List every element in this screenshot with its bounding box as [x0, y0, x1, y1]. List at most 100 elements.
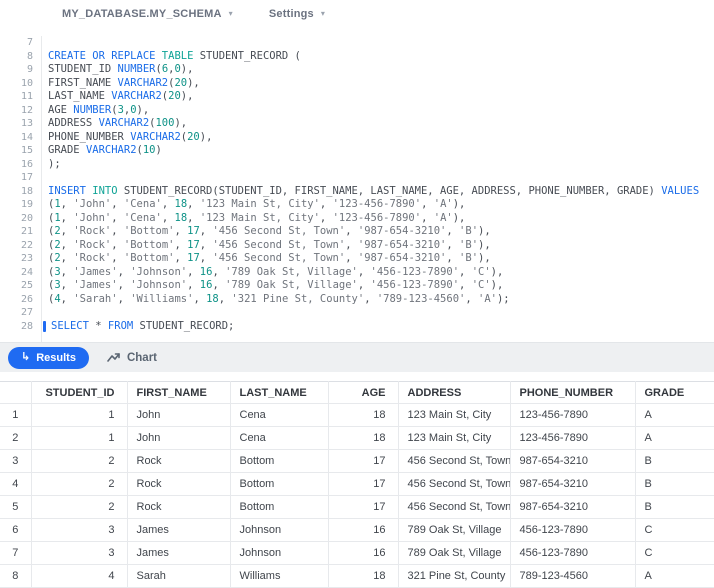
grid-cell[interactable]: Cena	[230, 403, 329, 427]
row-number-cell[interactable]: 6	[0, 518, 32, 542]
grid-cell[interactable]: A	[635, 564, 714, 588]
grid-cell[interactable]: 987-654-3210	[510, 495, 636, 519]
grid-cell[interactable]: 987-654-3210	[510, 449, 636, 473]
code-line[interactable]: (2, 'Rock', 'Bottom', 17, '456 Second St…	[42, 225, 714, 239]
column-header-address[interactable]: ADDRESS	[398, 381, 511, 404]
code-line[interactable]: SELECT * FROM STUDENT_RECORD;	[42, 320, 714, 334]
code-line[interactable]: (3, 'James', 'Johnson', 16, '789 Oak St,…	[42, 266, 714, 280]
grid-cell[interactable]: 18	[328, 426, 399, 450]
row-number-cell[interactable]: 7	[0, 541, 32, 565]
code-line[interactable]: (2, 'Rock', 'Bottom', 17, '456 Second St…	[42, 252, 714, 266]
code-line[interactable]: PHONE_NUMBER VARCHAR2(20),	[42, 131, 714, 145]
grid-cell[interactable]: 789 Oak St, Village	[398, 518, 511, 542]
grid-cell[interactable]: 3	[31, 541, 128, 565]
grid-cell[interactable]: 123 Main St, City	[398, 403, 511, 427]
code-line[interactable]: CREATE OR REPLACE TABLE STUDENT_RECORD (	[42, 50, 714, 64]
grid-cell[interactable]: Rock	[127, 449, 231, 473]
grid-cell[interactable]: 3	[31, 518, 128, 542]
column-header-phone_number[interactable]: PHONE_NUMBER	[510, 381, 636, 404]
code-line[interactable]: STUDENT_ID NUMBER(6,0),	[42, 63, 714, 77]
code-line[interactable]: INSERT INTO STUDENT_RECORD(STUDENT_ID, F…	[42, 185, 714, 199]
grid-cell[interactable]: 18	[328, 564, 399, 588]
grid-cell[interactable]: 2	[31, 495, 128, 519]
grid-cell[interactable]: 123 Main St, City	[398, 426, 511, 450]
code-line[interactable]: LAST_NAME VARCHAR2(20),	[42, 90, 714, 104]
grid-cell[interactable]: C	[635, 541, 714, 565]
column-header-first_name[interactable]: FIRST_NAME	[127, 381, 231, 404]
row-number-cell[interactable]: 4	[0, 472, 32, 496]
grid-cell[interactable]: 16	[328, 518, 399, 542]
grid-cell[interactable]: 2	[31, 449, 128, 473]
code-line[interactable]: AGE NUMBER(3,0),	[42, 104, 714, 118]
grid-cell[interactable]: 18	[328, 403, 399, 427]
sql-editor[interactable]: 7 8 9 10 11 12 13 14 15 16 17 18 19 20 21 22 23 24 25 26 27 2…	[0, 28, 714, 342]
grid-cell[interactable]: John	[127, 426, 231, 450]
column-header-age[interactable]: AGE	[328, 381, 399, 404]
grid-cell[interactable]: 1	[31, 426, 128, 450]
grid-cell[interactable]: 321 Pine St, County	[398, 564, 511, 588]
settings-dropdown[interactable]: Settings ▾	[269, 8, 325, 20]
grid-cell[interactable]: Bottom	[230, 472, 329, 496]
row-number-cell[interactable]: 1	[0, 403, 32, 427]
row-number-cell[interactable]: 5	[0, 495, 32, 519]
grid-cell[interactable]: 17	[328, 449, 399, 473]
row-number-header[interactable]	[0, 381, 32, 404]
grid-cell[interactable]: 123-456-7890	[510, 403, 636, 427]
row-number-cell[interactable]: 8	[0, 564, 32, 588]
grid-cell[interactable]: John	[127, 403, 231, 427]
grid-cell[interactable]: Johnson	[230, 518, 329, 542]
grid-cell[interactable]: 456 Second St, Town	[398, 449, 511, 473]
grid-cell[interactable]: Bottom	[230, 495, 329, 519]
grid-cell[interactable]: Rock	[127, 495, 231, 519]
database-schema-selector[interactable]: MY_DATABASE.MY_SCHEMA ▾	[62, 8, 233, 20]
code-token: '123 Main St, City'	[199, 198, 320, 210]
grid-cell[interactable]: A	[635, 426, 714, 450]
grid-cell[interactable]: 789-123-4560	[510, 564, 636, 588]
code-line[interactable]: FIRST_NAME VARCHAR2(20),	[42, 77, 714, 91]
grid-cell[interactable]: 2	[31, 472, 128, 496]
grid-cell[interactable]: 987-654-3210	[510, 472, 636, 496]
code-line[interactable]	[42, 171, 714, 185]
grid-cell[interactable]: C	[635, 518, 714, 542]
grid-cell[interactable]: Sarah	[127, 564, 231, 588]
grid-cell[interactable]: Bottom	[230, 449, 329, 473]
grid-cell[interactable]: 1	[31, 403, 128, 427]
grid-cell[interactable]: 456 Second St, Town	[398, 472, 511, 496]
code-line[interactable]: );	[42, 158, 714, 172]
grid-cell[interactable]: James	[127, 518, 231, 542]
code-line[interactable]	[42, 306, 714, 320]
grid-cell[interactable]: 456-123-7890	[510, 541, 636, 565]
code-line[interactable]	[42, 36, 714, 50]
code-line[interactable]: (1, 'John', 'Cena', 18, '123 Main St, Ci…	[42, 212, 714, 226]
code-line[interactable]: (2, 'Rock', 'Bottom', 17, '456 Second St…	[42, 239, 714, 253]
grid-cell[interactable]: 123-456-7890	[510, 426, 636, 450]
grid-cell[interactable]: B	[635, 495, 714, 519]
row-number-cell[interactable]: 2	[0, 426, 32, 450]
grid-cell[interactable]: 789 Oak St, Village	[398, 541, 511, 565]
code-line[interactable]: (3, 'James', 'Johnson', 16, '789 Oak St,…	[42, 279, 714, 293]
grid-cell[interactable]: Cena	[230, 426, 329, 450]
grid-cell[interactable]: James	[127, 541, 231, 565]
grid-cell[interactable]: 4	[31, 564, 128, 588]
grid-cell[interactable]: 16	[328, 541, 399, 565]
column-header-last_name[interactable]: LAST_NAME	[230, 381, 329, 404]
grid-cell[interactable]: A	[635, 403, 714, 427]
grid-cell[interactable]: Williams	[230, 564, 329, 588]
grid-cell[interactable]: 17	[328, 495, 399, 519]
row-number-cell[interactable]: 3	[0, 449, 32, 473]
grid-cell[interactable]: B	[635, 449, 714, 473]
code-line[interactable]: (1, 'John', 'Cena', 18, '123 Main St, Ci…	[42, 198, 714, 212]
grid-cell[interactable]: B	[635, 472, 714, 496]
code-line[interactable]: ADDRESS VARCHAR2(100),	[42, 117, 714, 131]
column-header-student_id[interactable]: STUDENT_ID	[31, 381, 128, 404]
grid-cell[interactable]: 456 Second St, Town	[398, 495, 511, 519]
column-header-grade[interactable]: GRADE	[635, 381, 714, 404]
code-line[interactable]: GRADE VARCHAR2(10)	[42, 144, 714, 158]
grid-cell[interactable]: 456-123-7890	[510, 518, 636, 542]
results-tab[interactable]: ↳ Results	[8, 346, 89, 369]
grid-cell[interactable]: Johnson	[230, 541, 329, 565]
chart-tab[interactable]: Chart	[107, 352, 157, 364]
code-line[interactable]: (4, 'Sarah', 'Williams', 18, '321 Pine S…	[42, 293, 714, 307]
grid-cell[interactable]: Rock	[127, 472, 231, 496]
grid-cell[interactable]: 17	[328, 472, 399, 496]
